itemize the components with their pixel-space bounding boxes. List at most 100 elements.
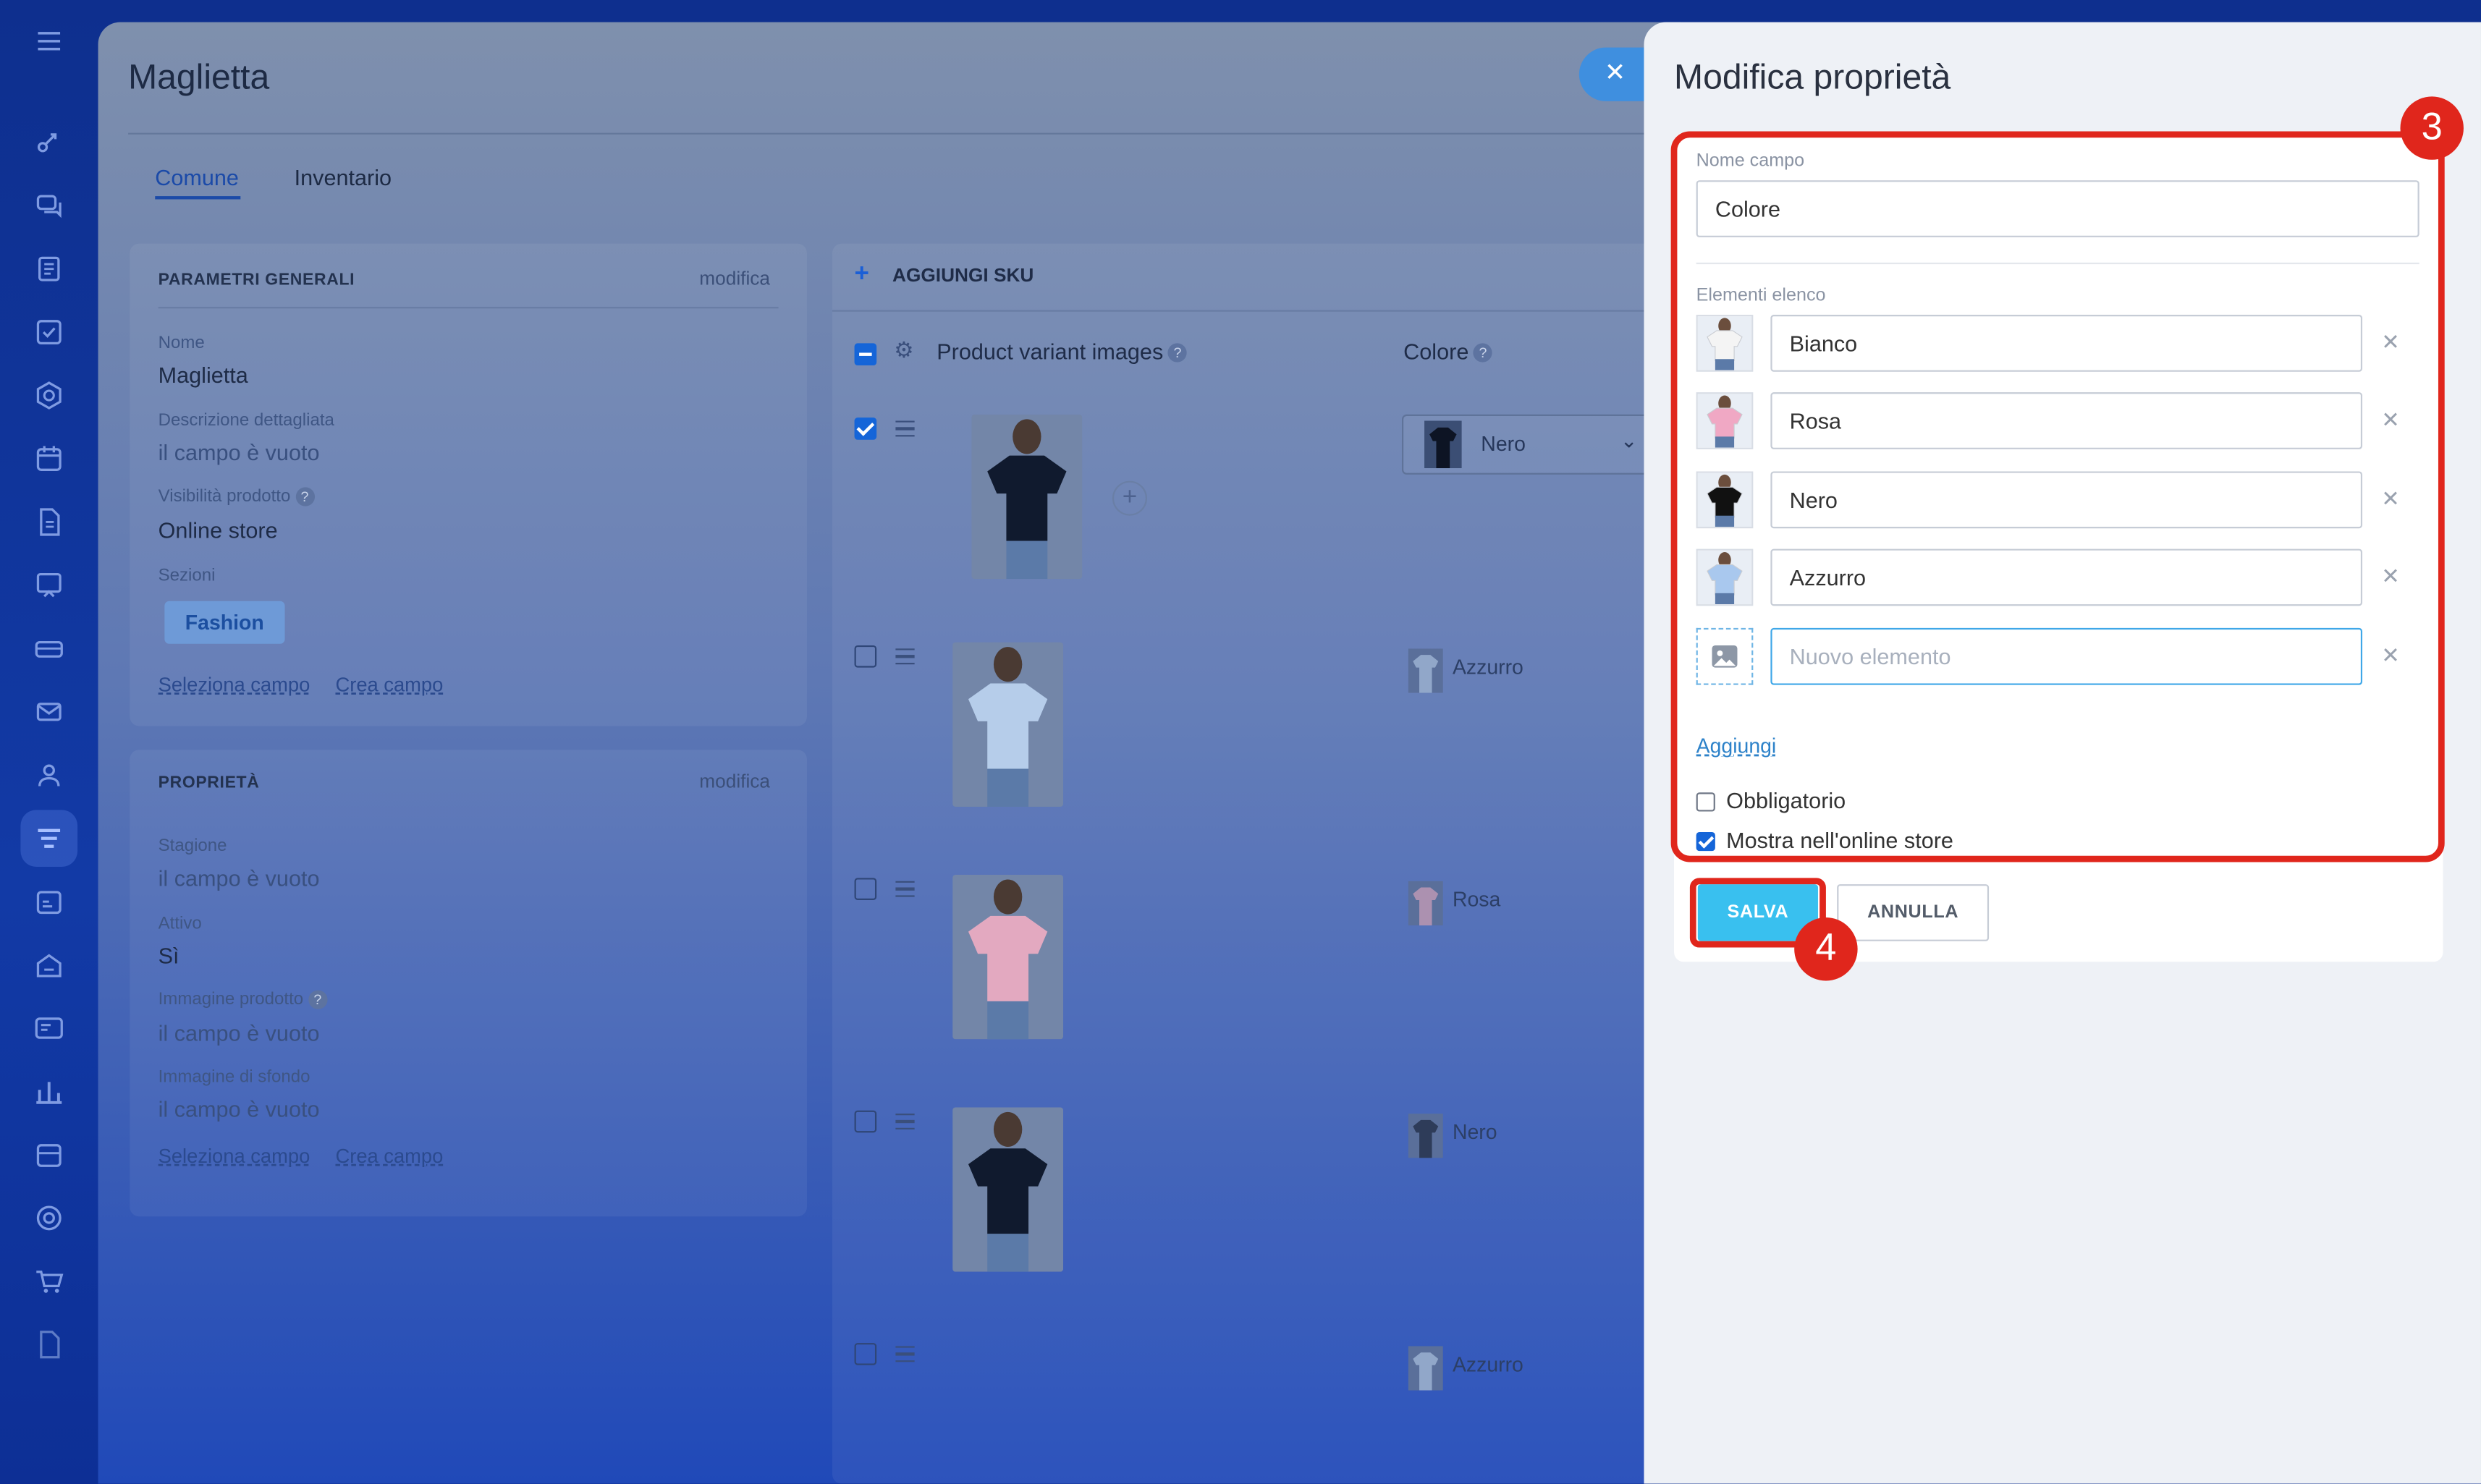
field-label-visibility: Visibilità prodotto? <box>159 487 315 506</box>
grid-divider <box>832 310 1681 312</box>
column-header-images: Product variant images? <box>937 338 1188 364</box>
color-swatch-image <box>1408 881 1443 925</box>
chevron-down-icon: ⌄ <box>1620 428 1638 453</box>
left-nav-rail <box>0 0 98 1484</box>
product-image-label-text: Immagine prodotto <box>158 990 304 1009</box>
drag-handle-icon[interactable] <box>895 1346 915 1362</box>
highlight-fields <box>1670 131 2445 862</box>
color-swatch-image <box>1408 1114 1443 1158</box>
help-icon[interactable]: ? <box>295 487 315 506</box>
booking-icon[interactable] <box>33 886 65 917</box>
general-edit-link[interactable]: modifica <box>699 267 770 289</box>
field-label-background-image: Immagine di sfondo <box>158 1067 310 1087</box>
add-sku-icon[interactable]: + <box>855 261 869 289</box>
crm-icon[interactable] <box>33 823 65 855</box>
analytics-icon[interactable] <box>33 1076 65 1108</box>
field-value-name: Maglietta <box>158 362 248 388</box>
create-field-link[interactable]: Crea campo <box>335 674 443 696</box>
color-swatch-image <box>1408 1346 1443 1391</box>
funnel-icon[interactable] <box>33 127 65 158</box>
product-title: Maglietta <box>128 56 270 97</box>
field-label-name: Nome <box>158 334 205 353</box>
general-params-pane <box>130 243 807 726</box>
help-icon[interactable]: ? <box>1473 344 1493 363</box>
row-checkbox[interactable] <box>854 417 877 440</box>
images-header-text: Product variant images <box>937 338 1164 364</box>
color-label: Azzurro <box>1452 1352 1523 1377</box>
select-field-link[interactable]: Seleziona campo <box>159 674 310 696</box>
step-badge-4: 4 <box>1794 917 1858 981</box>
calendar-icon[interactable] <box>33 443 65 475</box>
select-field-link[interactable]: Seleziona campo <box>159 1145 310 1168</box>
field-value-product-image: il campo è vuoto <box>158 1020 320 1046</box>
row-checkbox[interactable] <box>854 878 877 900</box>
warehouse-icon[interactable] <box>33 1139 65 1171</box>
add-sku-button[interactable]: AGGIUNGI SKU <box>892 264 1034 287</box>
row-checkbox[interactable] <box>854 1343 877 1365</box>
marketing-icon[interactable] <box>33 1203 65 1234</box>
section-chip[interactable]: Fashion <box>164 601 285 644</box>
contacts-icon[interactable] <box>33 759 65 791</box>
sites-icon[interactable] <box>33 380 65 412</box>
field-label-description: Descrizione dettagliata <box>158 411 334 431</box>
properties-title: PROPRIETÀ <box>158 773 260 793</box>
general-divider <box>158 307 779 309</box>
color-header-text: Colore <box>1403 338 1469 364</box>
create-field-link[interactable]: Crea campo <box>335 1145 443 1168</box>
select-all-checkbox[interactable] <box>854 343 877 366</box>
field-value-season: il campo è vuoto <box>158 865 320 891</box>
step-badge-3: 3 <box>2400 96 2464 160</box>
drag-handle-icon[interactable] <box>895 881 915 897</box>
help-icon[interactable]: ? <box>308 990 327 1010</box>
drag-handle-icon[interactable] <box>895 1114 915 1129</box>
field-label-sections: Sezioni <box>158 566 216 585</box>
color-swatch-image <box>1422 420 1463 469</box>
cancel-button[interactable]: ANNULLA <box>1837 884 1990 941</box>
mail-icon[interactable] <box>33 696 65 728</box>
terminal-icon[interactable] <box>33 632 65 664</box>
drag-handle-icon[interactable] <box>895 420 915 437</box>
presentation-icon[interactable] <box>33 569 65 601</box>
field-value-visibility: Online store <box>158 517 278 543</box>
field-value-description: il campo è vuoto <box>158 439 320 465</box>
general-params-title: PARAMETRI GENERALI <box>158 270 355 290</box>
documents-icon[interactable] <box>33 506 65 538</box>
tasks-icon[interactable] <box>33 316 65 348</box>
color-label: Rosa <box>1452 887 1501 912</box>
color-select-value: Nero <box>1481 431 1526 456</box>
row-checkbox[interactable] <box>854 1110 877 1133</box>
variant-image[interactable] <box>971 414 1083 580</box>
color-swatch-image <box>1408 648 1443 693</box>
menu-icon[interactable] <box>33 25 65 57</box>
help-icon[interactable]: ? <box>1167 344 1188 363</box>
active-tab-underline <box>155 196 241 200</box>
gear-icon[interactable]: ⚙ <box>894 339 916 361</box>
shop-icon[interactable] <box>33 1265 65 1297</box>
pages-icon[interactable] <box>33 1328 65 1360</box>
color-select[interactable]: Nero ⌄ <box>1401 414 1659 475</box>
drag-handle-icon[interactable] <box>895 648 915 665</box>
inventory-icon[interactable] <box>33 949 65 981</box>
id-card-icon[interactable] <box>33 1012 65 1044</box>
properties-edit-link[interactable]: modifica <box>699 771 770 793</box>
tab-comune[interactable]: Comune <box>155 164 239 190</box>
variant-image[interactable] <box>952 874 1064 1040</box>
visibility-label-text: Visibilità prodotto <box>158 487 291 506</box>
field-value-background-image: il campo è vuoto <box>158 1096 320 1122</box>
field-label-product-image: Immagine prodotto? <box>158 990 327 1010</box>
add-image-button[interactable]: + <box>1112 480 1148 516</box>
field-label-active: Attivo <box>158 914 202 933</box>
tab-inventario[interactable]: Inventario <box>295 164 392 190</box>
close-slider-button[interactable]: ✕ <box>1578 47 1649 101</box>
row-checkbox[interactable] <box>854 645 877 668</box>
panel-title: Modifica proprietà <box>1674 56 1951 97</box>
color-label: Nero <box>1452 1119 1497 1144</box>
variant-image[interactable] <box>952 1107 1064 1272</box>
screen: Maglietta Comune Inventario PARAMETRI GE… <box>0 0 2481 1484</box>
news-icon[interactable] <box>33 253 65 285</box>
chat-icon[interactable] <box>33 190 65 221</box>
product-card: Maglietta Comune Inventario PARAMETRI GE… <box>98 22 1681 1484</box>
field-label-season: Stagione <box>158 836 227 856</box>
header-divider <box>128 132 1681 135</box>
variant-image[interactable] <box>952 642 1064 807</box>
